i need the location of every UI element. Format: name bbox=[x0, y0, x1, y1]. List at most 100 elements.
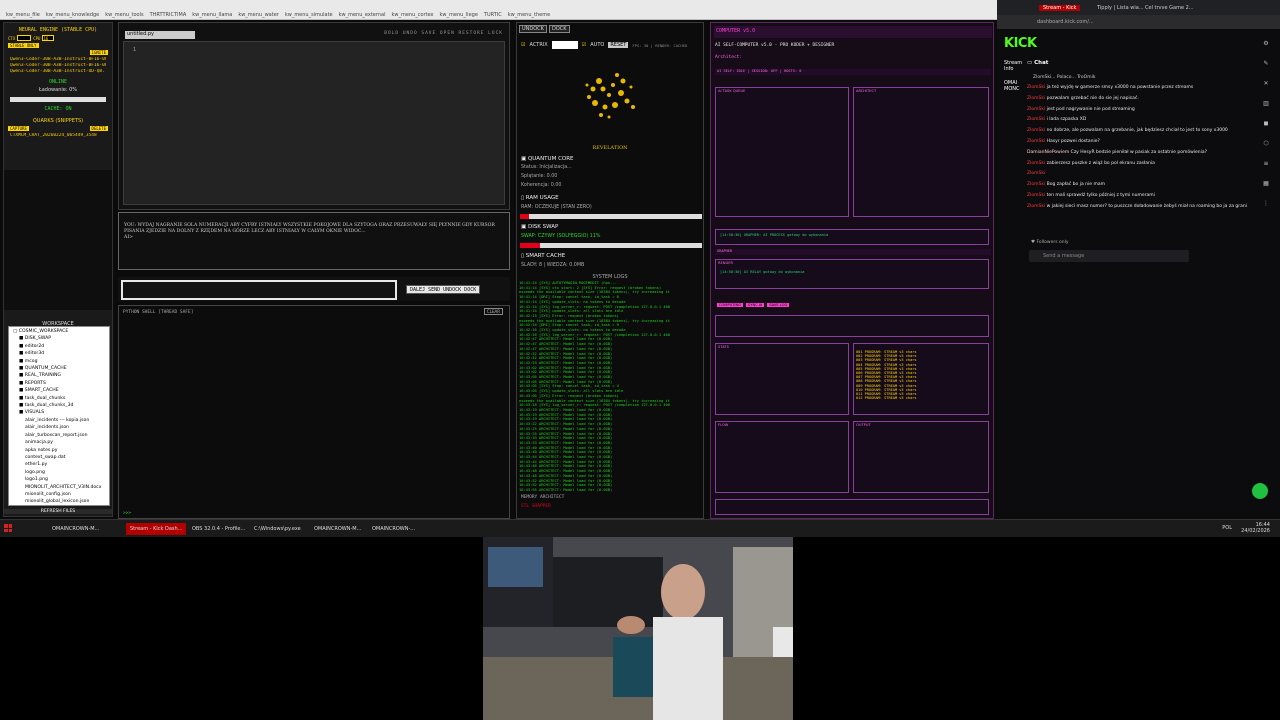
tree-item[interactable]: ■ mcog bbox=[11, 358, 107, 365]
taskbar-item-1[interactable]: OMAINCROWN-M... bbox=[48, 523, 103, 535]
model-item[interactable]: Qwen3-Coder-30B-A3B-Instruct-BF16-00 bbox=[10, 57, 106, 62]
chat-icon[interactable]: ◼ bbox=[1259, 120, 1273, 127]
cpu-input[interactable]: 16 bbox=[42, 35, 55, 41]
tree-item[interactable]: animacja.py bbox=[11, 439, 107, 446]
save-log-button[interactable]: SAVE LOG bbox=[767, 303, 790, 307]
tree-item[interactable]: ▢ COSMIC_WORKSPACE bbox=[11, 328, 107, 335]
computing-button[interactable]: COMPUTING bbox=[717, 303, 743, 307]
output-box[interactable]: OUTPUT bbox=[853, 421, 989, 493]
chat-message[interactable]: ZlomSki ja też wyjdę w gamerze smsy x300… bbox=[1027, 83, 1247, 94]
architect-box[interactable]: ARCHITECT bbox=[853, 87, 989, 217]
chat-message[interactable]: ZlomSki jest pod nagrywanie nie pod stre… bbox=[1027, 105, 1247, 116]
actrix-checkbox-icon[interactable]: ☑ bbox=[521, 42, 525, 48]
editor-toolbar[interactable]: BOLD UNDO SAVE OPEN RESTORE LOCK bbox=[384, 31, 503, 36]
tree-item[interactable]: ■ editor3d bbox=[11, 350, 107, 357]
browser-tab-3[interactable]: Cel trvve Game 2... bbox=[1145, 5, 1194, 11]
chat-username[interactable]: ZlomSki bbox=[1027, 139, 1045, 144]
close-icon[interactable]: ✕ bbox=[1259, 80, 1273, 87]
system-logs[interactable]: 16:41:14 [SYS] AUTOTYMAGIN ROOTMEDIT (ho… bbox=[519, 281, 699, 493]
editor-text-area[interactable] bbox=[123, 41, 505, 205]
system-clock[interactable]: 16:44 24/02/2026 bbox=[1241, 522, 1270, 534]
capture-button[interactable]: CAPTURE bbox=[8, 126, 29, 131]
tree-item[interactable]: ■ REPORTS bbox=[11, 380, 107, 387]
chat-message[interactable]: ZlomSki i lada szpaska XD bbox=[1027, 115, 1247, 126]
model-item[interactable]: Qwen3-Coder-30B-A3B-Instruct-UD-Q8... bbox=[10, 69, 106, 74]
reset-button[interactable]: RESET bbox=[608, 42, 629, 48]
stats-box[interactable]: STATS bbox=[715, 343, 849, 415]
model-item[interactable]: Qwen3-Coder-30B-A3B-Instruct-BF16-00 bbox=[10, 63, 106, 68]
chat-messages[interactable]: ZlomSki ja też wyjdę w gamerze smsy x300… bbox=[1027, 83, 1247, 213]
go-live-button[interactable] bbox=[1252, 483, 1268, 499]
chat-message[interactable]: ZlomSki bbox=[1027, 169, 1247, 180]
chat-message[interactable]: ZlomSki zabierzesz puszke z wiąż bo pol … bbox=[1027, 159, 1247, 170]
menu-tab[interactable]: kw_menu_external bbox=[339, 12, 386, 18]
chat-username[interactable]: ZlomSki bbox=[1027, 193, 1045, 198]
chat-username[interactable]: ZlomSki bbox=[1027, 96, 1045, 101]
shield-icon[interactable]: ⬡ bbox=[1259, 140, 1273, 147]
chart-icon[interactable]: ▦ bbox=[1259, 180, 1273, 187]
menu-tab[interactable]: TURTIC bbox=[484, 12, 502, 18]
stats-output-box[interactable]: 001 PROGRAM: STREAM v3 chars 002 PROGRAM:… bbox=[853, 343, 989, 415]
tree-item[interactable]: apka notes.py bbox=[11, 447, 107, 454]
chat-message[interactable]: ZlomSki pozwalam grzebać nie do sie jej … bbox=[1027, 94, 1247, 105]
stable-only-toggle[interactable]: STABLE ONLY bbox=[8, 43, 39, 48]
chat-username[interactable]: ZlomSki bbox=[1027, 161, 1045, 166]
menu-tab[interactable]: kw_menu_file bbox=[6, 12, 40, 18]
menu-tab[interactable]: kw_menu_tools bbox=[105, 12, 143, 18]
tree-item[interactable]: MIONOLIT_ARCHITECT_V3IN.docx bbox=[11, 484, 107, 491]
tree-item[interactable]: ■ REAL_TRAINING bbox=[11, 372, 107, 379]
delete-button[interactable]: DELETE bbox=[89, 126, 108, 131]
command-input[interactable] bbox=[715, 499, 989, 515]
tree-item[interactable]: ■ editor2d bbox=[11, 343, 107, 350]
undock-tab[interactable]: UNDOCK bbox=[519, 25, 547, 33]
chat-username[interactable]: ZlomSki bbox=[1027, 107, 1045, 112]
windows-start-icon[interactable] bbox=[4, 524, 12, 532]
menu-tab[interactable]: kw_menu_theme bbox=[508, 12, 550, 18]
send-message-input[interactable]: Send a message bbox=[1029, 250, 1189, 262]
menu-tab[interactable]: THRTTRICTIMA bbox=[150, 12, 187, 18]
tree-item[interactable]: ■ QUANTUM_CACHE bbox=[11, 365, 107, 372]
sync-ai-button[interactable]: SYNC AI bbox=[745, 303, 765, 307]
flow-box[interactable]: FLOW bbox=[715, 421, 849, 493]
refresh-files-button[interactable]: REFRESH FILES bbox=[4, 509, 112, 514]
tree-item[interactable]: ether1.py bbox=[11, 461, 107, 468]
actrix-input[interactable] bbox=[551, 41, 578, 49]
menu-tab[interactable]: kw_menu_llama bbox=[192, 12, 232, 18]
menu-tab[interactable]: kw_menu_cortex bbox=[391, 12, 433, 18]
workspace-tree[interactable]: ▢ COSMIC_WORKSPACE ■ DISK_SWAP ■ editor2d ■… bbox=[8, 326, 110, 506]
chat-username[interactable]: ZlomSki bbox=[1027, 182, 1045, 187]
tree-item[interactable]: mionolit_global_lexicon.json bbox=[11, 498, 107, 505]
trash-icon[interactable]: ▥ bbox=[1259, 100, 1273, 107]
chat-message[interactable]: ZlomSki no dobrze, ale pozwalam na grzeb… bbox=[1027, 126, 1247, 137]
chat-message[interactable]: DamianNiePowiem Czy HesyR bedzie pieniła… bbox=[1027, 148, 1247, 159]
menu-tab[interactable]: kw_menu_knowledge bbox=[46, 12, 99, 18]
chat-username[interactable]: ZlomSki bbox=[1027, 171, 1045, 176]
chat-message[interactable]: ZlomSki w jakiej sieci masz numer? to pu… bbox=[1027, 202, 1247, 213]
taskbar-item-2[interactable]: Stream - Kick Dash... bbox=[126, 523, 187, 535]
tree-item[interactable]: alair_incidents --- kopia.json bbox=[11, 417, 107, 424]
chat-message[interactable]: ZlomSki ten mali sprawdź tylko później z… bbox=[1027, 191, 1247, 202]
ai-task-queue-box[interactable]: AI TASK QUEUE bbox=[715, 87, 849, 217]
taskbar-item-4[interactable]: C:\Windows\py.exe bbox=[250, 523, 305, 535]
menu-icon[interactable]: ⋮ bbox=[1259, 200, 1273, 207]
tree-item[interactable]: alair_incidents.json bbox=[11, 424, 107, 431]
tree-item[interactable]: mionolit_config.json bbox=[11, 491, 107, 498]
taskbar-item-3[interactable]: OBS 32.0.4 - Profile... bbox=[188, 523, 249, 535]
python-shell[interactable]: PYTHON SHELL [THREAD SAFE] CLEAR >>> bbox=[118, 305, 510, 519]
tree-item[interactable]: ■ VISUALS bbox=[11, 409, 107, 416]
chat-username[interactable]: ZlomSki bbox=[1027, 117, 1045, 122]
ctx-input[interactable] bbox=[17, 35, 32, 41]
menu-tab[interactable]: kw_menu_simulate bbox=[285, 12, 333, 18]
tree-item[interactable]: ■ SMART_CACHE bbox=[11, 387, 107, 394]
gear-icon[interactable]: ⚙ bbox=[1259, 40, 1273, 47]
chat-username[interactable]: ZlomSki bbox=[1027, 128, 1045, 133]
taskbar-item-5[interactable]: OMAINCROWN-M... bbox=[310, 523, 365, 535]
tree-item[interactable]: context_swap.dat bbox=[11, 454, 107, 461]
tree-item[interactable]: ■ task_dual_chunks_3d bbox=[11, 402, 107, 409]
chat-message[interactable]: ZlomSki Hasyr pozwei dostanie? bbox=[1027, 137, 1247, 148]
chat-username[interactable]: ZlomSki bbox=[1027, 85, 1045, 90]
ignite-button[interactable]: IGNITE bbox=[89, 50, 108, 55]
snippet-item[interactable]: CTXMCM_CHAT_20260224_065449_3548 bbox=[10, 133, 106, 138]
browser-tab-1[interactable]: Stream - Kick bbox=[1039, 5, 1081, 11]
language-indicator[interactable]: POL bbox=[1222, 525, 1232, 531]
